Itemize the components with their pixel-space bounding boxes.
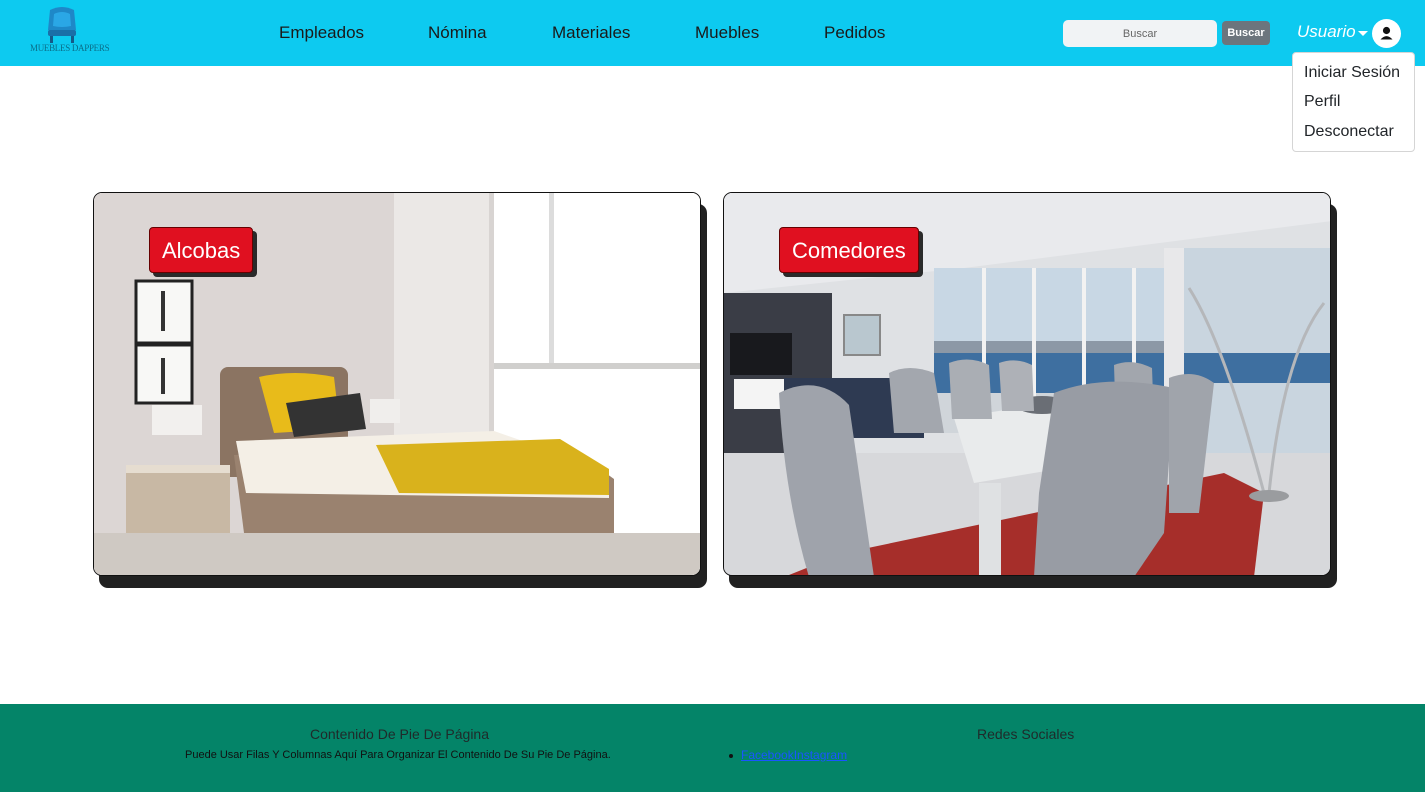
list-bullet-icon [729,753,733,758]
user-avatar-icon[interactable] [1372,19,1401,48]
brand-logo-text: MUEBLES DAPPERS [30,43,110,53]
user-dropdown-menu: Iniciar Sesión Perfil Desconectar [1292,52,1415,152]
footer-social-title: Redes Sociales [977,726,1075,742]
caret-down-icon[interactable] [1358,31,1368,36]
dropdown-item-iniciar-sesion[interactable]: Iniciar Sesión [1304,64,1400,82]
nav-link-nomina[interactable]: Nómina [428,23,487,43]
navbar: MUEBLES DAPPERS Empleados Nómina Materia… [0,0,1425,66]
brand-logo[interactable]: MUEBLES DAPPERS [30,6,110,60]
social-link-instagram[interactable]: Instagram [794,748,847,762]
search-button[interactable]: Buscar [1222,21,1270,45]
category-card-alcobas[interactable]: Alcobas [93,192,707,588]
nav-link-pedidos[interactable]: Pedidos [824,23,885,43]
footer: Contenido De Pie De Página Puede Usar Fi… [0,704,1425,792]
user-menu-toggle[interactable]: Usuario [1297,22,1356,42]
footer-content-text: Puede Usar Filas Y Columnas Aquí Para Or… [185,749,611,761]
card-label-alcobas[interactable]: Alcobas [149,227,254,273]
nav-link-muebles[interactable]: Muebles [695,23,759,43]
social-link-facebook[interactable]: Facebook [741,748,794,762]
dining-room-photo[interactable]: Comedores [723,192,1331,576]
social-links-list: FacebookInstagram [729,748,847,762]
dropdown-item-desconectar[interactable]: Desconectar [1304,123,1394,141]
dropdown-item-perfil[interactable]: Perfil [1304,93,1340,111]
card-label-comedores[interactable]: Comedores [779,227,919,273]
category-card-comedores[interactable]: Comedores [723,192,1337,588]
bedroom-photo[interactable]: Alcobas [93,192,701,576]
search-input[interactable] [1063,20,1217,47]
nav-link-materiales[interactable]: Materiales [552,23,630,43]
nav-link-empleados[interactable]: Empleados [279,23,364,43]
footer-content-title: Contenido De Pie De Página [310,726,490,742]
